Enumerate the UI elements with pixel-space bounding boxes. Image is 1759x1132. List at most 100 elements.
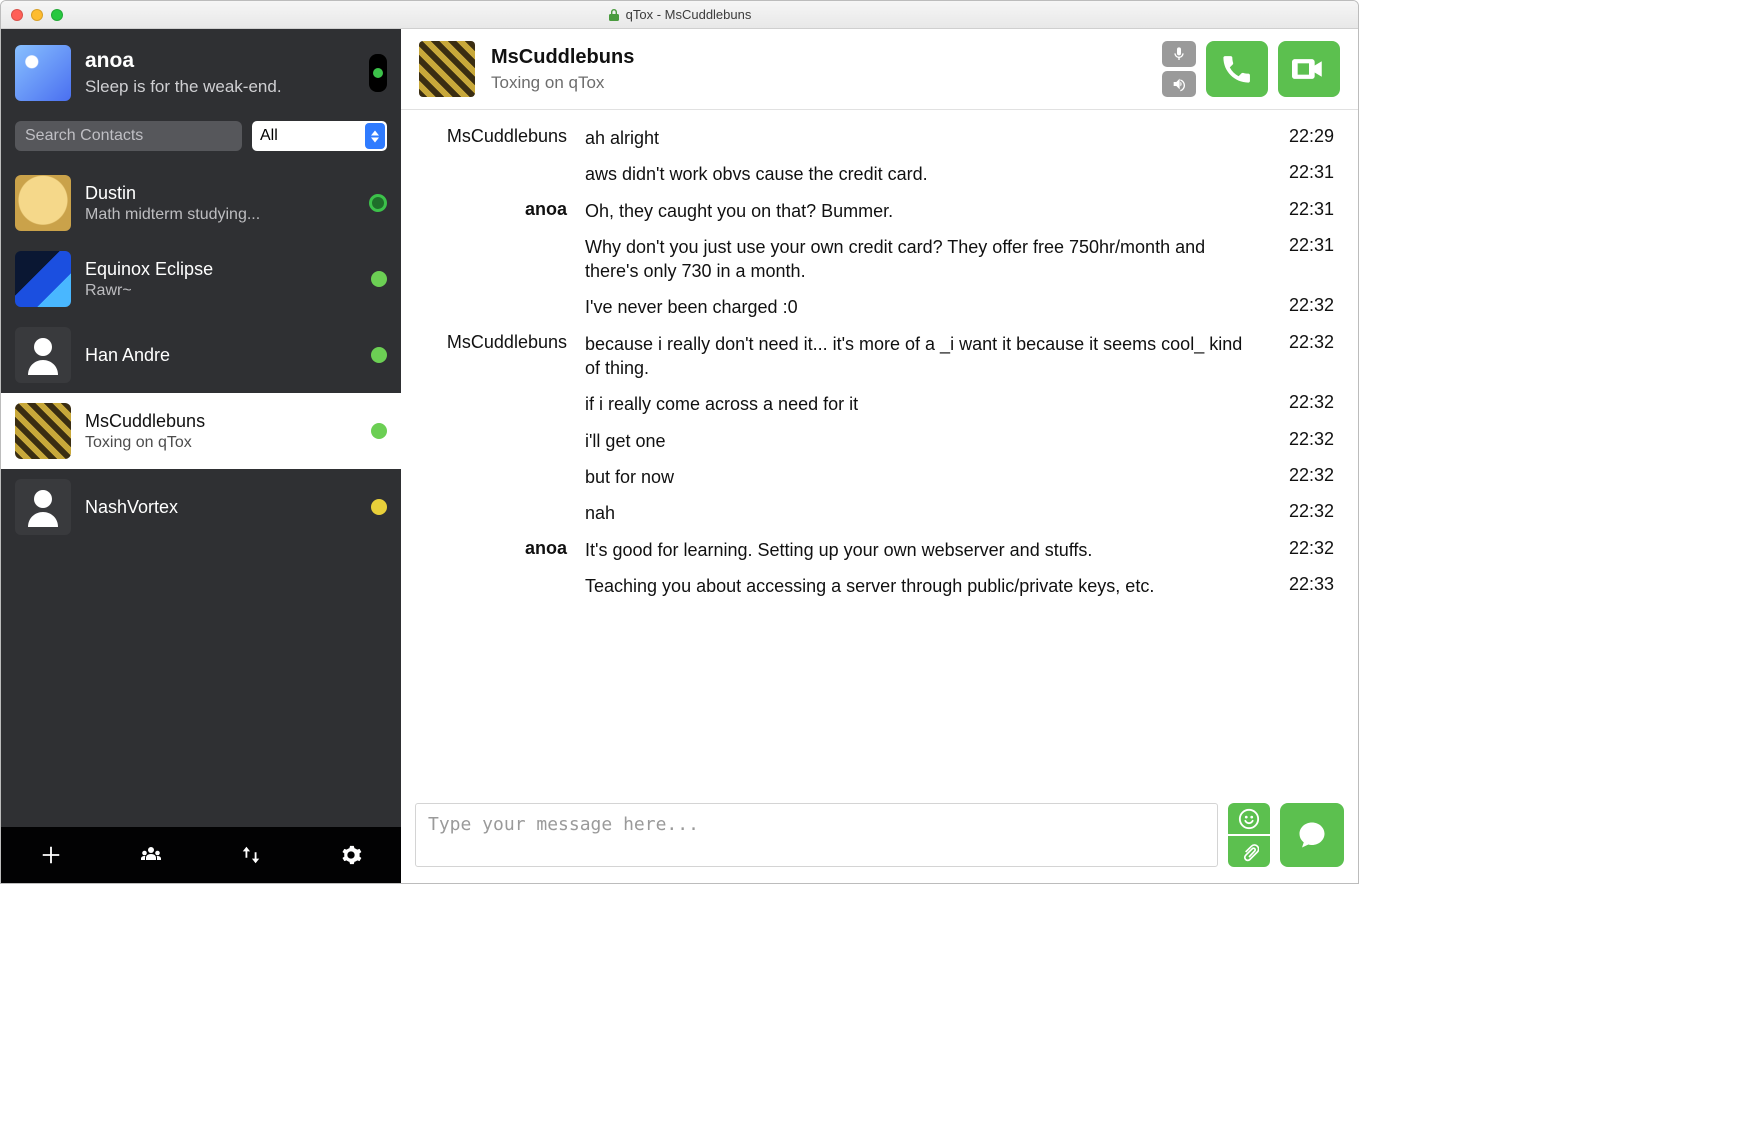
message-row: Why don't you just use your own credit c… (425, 235, 1334, 284)
zoom-window-button[interactable] (51, 9, 63, 21)
chat-contact-name: MsCuddlebuns (491, 46, 634, 69)
message-text: if i really come across a need for it (585, 392, 1264, 416)
message-time: 22:33 (1264, 574, 1334, 595)
contact-name: MsCuddlebuns (85, 411, 357, 432)
contact-item[interactable]: NashVortex (1, 469, 401, 545)
self-profile[interactable]: anoa Sleep is for the weak-end. (1, 29, 401, 121)
self-name: anoa (85, 49, 355, 73)
message-row: aws didn't work obvs cause the credit ca… (425, 162, 1334, 186)
add-friend-button[interactable] (37, 841, 65, 869)
mute-mic-button[interactable] (1162, 41, 1196, 67)
contact-item[interactable]: Dustin Math midterm studying... (1, 165, 401, 241)
contact-name: NashVortex (85, 497, 357, 518)
chat-pane: MsCuddlebuns Toxing on qTox (401, 29, 1358, 883)
message-row: anoaOh, they caught you on that? Bummer.… (425, 199, 1334, 223)
message-text: Teaching you about accessing a server th… (585, 574, 1264, 598)
message-time: 22:32 (1264, 538, 1334, 559)
message-sender: anoa (425, 199, 585, 220)
contact-avatar (15, 479, 71, 535)
message-row: MsCuddlebunsah alright22:29 (425, 126, 1334, 150)
settings-button[interactable] (337, 841, 365, 869)
video-call-button[interactable] (1278, 41, 1340, 97)
chat-header: MsCuddlebuns Toxing on qTox (401, 29, 1358, 110)
message-text: nah (585, 501, 1264, 525)
message-time: 22:32 (1264, 392, 1334, 413)
select-stepper-icon (365, 123, 385, 149)
composer (401, 793, 1358, 883)
message-text: because i really don't need it... it's m… (585, 332, 1264, 381)
presence-indicator-icon (371, 347, 387, 363)
file-transfers-button[interactable] (237, 841, 265, 869)
message-time: 22:32 (1264, 429, 1334, 450)
close-window-button[interactable] (11, 9, 23, 21)
send-button[interactable] (1280, 803, 1344, 867)
presence-indicator-icon (371, 423, 387, 439)
window-title: qTox - MsCuddlebuns (626, 7, 752, 22)
presence-indicator-icon (369, 194, 387, 212)
sidebar: anoa Sleep is for the weak-end. All Du (1, 29, 401, 883)
person-icon (25, 335, 61, 375)
window-controls (11, 9, 63, 21)
contact-item[interactable]: Equinox Eclipse Rawr~ (1, 241, 401, 317)
message-text: but for now (585, 465, 1264, 489)
message-text: i'll get one (585, 429, 1264, 453)
message-text: Oh, they caught you on that? Bummer. (585, 199, 1264, 223)
contact-name: Han Andre (85, 345, 357, 366)
contact-name: Equinox Eclipse (85, 259, 357, 280)
sidebar-bottom-bar (1, 827, 401, 883)
message-list[interactable]: MsCuddlebunsah alright22:29 aws didn't wo… (401, 110, 1358, 793)
message-text: It's good for learning. Setting up your … (585, 538, 1264, 562)
presence-dot-icon (373, 68, 383, 78)
message-row: I've never been charged :022:32 (425, 295, 1334, 319)
contact-item[interactable]: MsCuddlebuns Toxing on qTox (1, 393, 401, 469)
emoji-button[interactable] (1228, 803, 1270, 834)
message-time: 22:31 (1264, 162, 1334, 183)
presence-indicator-icon (371, 271, 387, 287)
contact-filter-select[interactable]: All (252, 121, 387, 151)
message-input[interactable] (415, 803, 1218, 867)
chat-contact-status: Toxing on qTox (491, 73, 634, 93)
self-avatar[interactable] (15, 45, 71, 101)
mute-sound-button[interactable] (1162, 71, 1196, 97)
attach-file-button[interactable] (1228, 836, 1270, 867)
message-sender: anoa (425, 538, 585, 559)
presence-indicator-icon (371, 499, 387, 515)
contact-avatar (15, 251, 71, 307)
message-text: Why don't you just use your own credit c… (585, 235, 1264, 284)
titlebar: qTox - MsCuddlebuns (1, 1, 1358, 29)
person-icon (25, 487, 61, 527)
message-sender: MsCuddlebuns (425, 126, 585, 147)
message-text: I've never been charged :0 (585, 295, 1264, 319)
group-chat-button[interactable] (137, 841, 165, 869)
message-time: 22:29 (1264, 126, 1334, 147)
message-row: anoaIt's good for learning. Setting up y… (425, 538, 1334, 562)
contact-item[interactable]: Han Andre (1, 317, 401, 393)
message-sender: MsCuddlebuns (425, 332, 585, 353)
minimize-window-button[interactable] (31, 9, 43, 21)
self-presence-toggle[interactable] (369, 54, 387, 92)
contact-name: Dustin (85, 183, 355, 204)
message-time: 22:31 (1264, 235, 1334, 256)
message-time: 22:32 (1264, 332, 1334, 353)
self-status-message: Sleep is for the weak-end. (85, 77, 355, 97)
message-row: if i really come across a need for it22:… (425, 392, 1334, 416)
contact-list: Dustin Math midterm studying... Equinox Ec… (1, 165, 401, 827)
message-time: 22:32 (1264, 465, 1334, 486)
contact-filter-value: All (260, 127, 278, 145)
message-time: 22:31 (1264, 199, 1334, 220)
message-time: 22:32 (1264, 501, 1334, 522)
contact-status: Rawr~ (85, 282, 335, 300)
audio-call-button[interactable] (1206, 41, 1268, 97)
contact-avatar (15, 403, 71, 459)
message-row: i'll get one22:32 (425, 429, 1334, 453)
message-row: nah22:32 (425, 501, 1334, 525)
contact-status: Toxing on qTox (85, 434, 335, 452)
chat-avatar[interactable] (419, 41, 475, 97)
message-text: aws didn't work obvs cause the credit ca… (585, 162, 1264, 186)
app-window: qTox - MsCuddlebuns anoa Sleep is for th… (0, 0, 1359, 884)
message-row: MsCuddlebunsbecause i really don't need … (425, 332, 1334, 381)
message-row: but for now22:32 (425, 465, 1334, 489)
contact-avatar (15, 327, 71, 383)
search-contacts-input[interactable] (15, 121, 242, 151)
contact-status: Math midterm studying... (85, 206, 335, 224)
